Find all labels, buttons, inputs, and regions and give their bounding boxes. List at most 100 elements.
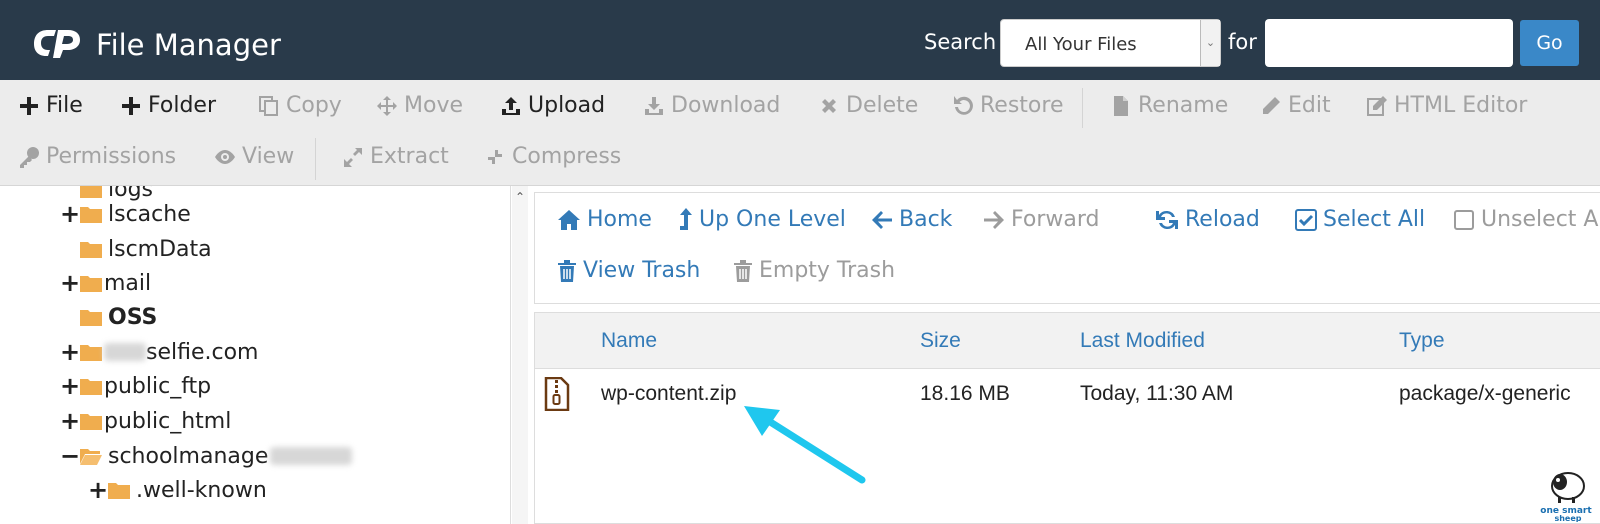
permissions-button[interactable]: Permissions xyxy=(18,144,176,169)
column-size-header[interactable]: Size xyxy=(920,329,961,353)
tree-toggle[interactable]: + xyxy=(88,476,108,504)
home-button[interactable]: Home xyxy=(557,207,652,232)
move-button[interactable]: Move xyxy=(376,93,463,118)
folder-icon xyxy=(80,186,102,198)
key-icon xyxy=(20,146,39,168)
delete-icon xyxy=(822,98,836,113)
copy-button[interactable]: Copy xyxy=(258,93,342,118)
move-icon xyxy=(377,95,397,116)
empty-trash-button[interactable]: Empty Trash xyxy=(733,258,895,283)
html-editor-label: HTML Editor xyxy=(1394,93,1528,118)
edit-button[interactable]: Edit xyxy=(1260,93,1331,118)
go-button[interactable]: Go xyxy=(1520,20,1579,66)
folder-tree: logs + lscache lscmData + mail OSS + sel… xyxy=(0,186,512,524)
navigation-bar: Home Up One Level Back Forward Reload Se… xyxy=(534,192,1600,304)
tree-node-label: public_ftp xyxy=(104,373,212,399)
expand-icon xyxy=(344,147,362,167)
new-file-label: File xyxy=(46,93,83,118)
unselect-all-button[interactable]: Unselect All xyxy=(1453,207,1600,232)
html-editor-button[interactable]: HTML Editor xyxy=(1366,93,1527,118)
chevron-down-icon[interactable]: ⌄ xyxy=(1200,20,1220,66)
tree-toggle[interactable]: + xyxy=(60,200,80,228)
trash-icon xyxy=(734,259,752,282)
compress-icon xyxy=(486,147,504,166)
toolbar: File Folder Copy Move Upload Download De… xyxy=(0,80,1600,186)
select-all-button[interactable]: Select All xyxy=(1295,207,1425,232)
empty-trash-label: Empty Trash xyxy=(759,258,896,283)
download-button[interactable]: Download xyxy=(643,93,780,118)
new-file-button[interactable]: File xyxy=(18,93,83,118)
rename-button[interactable]: Rename xyxy=(1110,93,1228,118)
upload-button[interactable]: Upload xyxy=(500,93,605,118)
permissions-label: Permissions xyxy=(46,144,177,169)
compress-label: Compress xyxy=(512,144,622,169)
folder-icon xyxy=(80,276,102,292)
tree-toggle[interactable]: + xyxy=(60,407,80,435)
tree-node-public-ftp[interactable]: + public_ftp xyxy=(60,371,211,401)
scroll-up-icon[interactable]: ⌃ xyxy=(515,190,525,204)
column-name-header[interactable]: Name xyxy=(601,329,657,353)
folder-icon xyxy=(80,310,102,326)
tree-node-lscmdata[interactable]: lscmData xyxy=(60,234,212,264)
tree-node-label: mail xyxy=(104,270,152,296)
tree-scrollbar[interactable]: ⌃ xyxy=(512,186,528,524)
tree-toggle[interactable]: + xyxy=(60,372,80,400)
checkbox-checked-icon xyxy=(1295,208,1317,231)
back-button[interactable]: Back xyxy=(871,207,952,232)
view-button[interactable]: View xyxy=(214,144,294,169)
pencil-icon xyxy=(1263,96,1280,114)
tree-node-label: lscmData xyxy=(108,236,212,262)
tree-node-mail[interactable]: + mail xyxy=(60,268,151,298)
tree-node-well-known[interactable]: + .well-known xyxy=(88,475,267,505)
tree-node-selfie[interactable]: + selfie.com xyxy=(60,337,258,367)
toolbar-divider xyxy=(315,138,316,180)
file-type-cell: package/x-generic xyxy=(1399,382,1571,405)
tree-node-label: public_html xyxy=(104,408,232,434)
tree-toggle[interactable]: − xyxy=(60,442,80,470)
svg-text:sheep: sheep xyxy=(1554,514,1581,522)
folder-icon xyxy=(80,207,102,223)
plus-icon xyxy=(20,96,38,115)
annotation-arrow-icon xyxy=(744,406,866,484)
edit-label: Edit xyxy=(1288,93,1331,118)
app-title: File Manager xyxy=(96,28,281,62)
level-up-icon xyxy=(680,207,692,230)
tree-node-label: schoolmanage xyxy=(108,443,269,469)
tree-node-oss[interactable]: OSS xyxy=(60,302,157,332)
blurred-text xyxy=(104,343,146,361)
back-label: Back xyxy=(899,207,953,232)
folder-open-icon xyxy=(80,449,102,465)
plus-icon xyxy=(122,96,140,115)
folder-icon xyxy=(80,379,102,395)
table-row[interactable]: wp-content.zip 18.16 MB Today, 11:30 AM … xyxy=(535,369,1600,421)
tree-node-label: OSS xyxy=(108,304,158,330)
column-modified-header[interactable]: Last Modified xyxy=(1080,329,1205,353)
new-folder-label: Folder xyxy=(148,93,216,118)
restore-button[interactable]: Restore xyxy=(952,93,1063,118)
forward-button[interactable]: Forward xyxy=(983,207,1099,232)
new-folder-button[interactable]: Folder xyxy=(120,93,216,118)
blurred-text xyxy=(270,447,353,465)
table-header: Name Size Last Modified Type xyxy=(535,313,1600,369)
tree-node-schoolmanage[interactable]: − schoolmanage xyxy=(60,441,353,471)
delete-button[interactable]: Delete xyxy=(818,93,918,118)
column-type-header[interactable]: Type xyxy=(1399,329,1445,353)
checkbox-empty-icon xyxy=(1454,209,1474,230)
extract-button[interactable]: Extract xyxy=(342,144,449,169)
tree-node-public-html[interactable]: + public_html xyxy=(60,406,231,436)
tree-toggle[interactable]: + xyxy=(60,338,80,366)
reload-icon xyxy=(1156,210,1178,229)
up-one-level-button[interactable]: Up One Level xyxy=(679,207,846,232)
download-label: Download xyxy=(671,93,781,118)
tree-node-lscache[interactable]: + lscache xyxy=(60,199,191,229)
search-input[interactable] xyxy=(1265,19,1513,67)
view-trash-button[interactable]: View Trash xyxy=(557,258,700,283)
search-scope-value: All Your Files xyxy=(1025,34,1137,55)
tree-toggle[interactable]: + xyxy=(60,269,80,297)
download-icon xyxy=(645,96,663,115)
tree-node-label: selfie.com xyxy=(146,339,259,365)
reload-button[interactable]: Reload xyxy=(1155,207,1260,232)
compress-button[interactable]: Compress xyxy=(484,144,621,169)
search-scope-select[interactable]: All Your Files ⌄ xyxy=(1000,19,1221,67)
copy-icon xyxy=(259,95,278,116)
